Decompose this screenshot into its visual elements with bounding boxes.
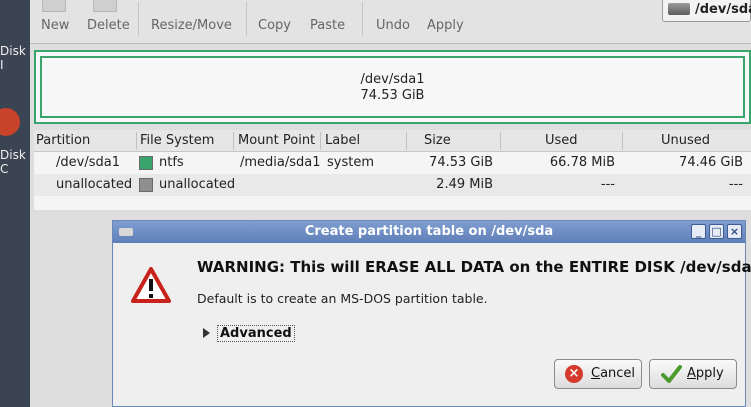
cell-used: 66.78 MiB (549, 155, 615, 170)
cell-partition: /dev/sda1 (56, 155, 120, 170)
cancel-icon: × (565, 365, 583, 383)
maximize-icon: □ (711, 225, 722, 238)
minimize-icon: _ (695, 225, 702, 238)
desktop-background: Disk I Disk C (0, 0, 30, 407)
copy-button[interactable]: Copy (258, 18, 291, 33)
close-icon: × (729, 225, 740, 238)
desktop-icon-label: Disk I (0, 44, 26, 72)
dialog-titlebar[interactable]: Create partition table on /dev/sda _ □ × (113, 221, 745, 243)
warning-description: Default is to create an MS-DOS partition… (197, 291, 488, 306)
cell-mount-point: /media/sda1 (240, 155, 321, 170)
delete-icon (93, 0, 117, 12)
column-separator (406, 132, 407, 150)
column-separator (320, 132, 321, 150)
paste-button[interactable]: Paste (310, 18, 345, 33)
warning-heading: WARNING: This will ERASE ALL DATA on the… (197, 258, 751, 276)
maximize-button[interactable]: □ (709, 224, 724, 239)
partition-map[interactable]: /dev/sda1 74.53 GiB (34, 50, 751, 124)
device-selector[interactable]: /dev/sda (662, 0, 751, 22)
column-header-label[interactable]: Label (325, 133, 360, 148)
partition-block-sda1[interactable]: /dev/sda1 74.53 GiB (40, 56, 745, 118)
new-icon (42, 0, 66, 12)
expander-arrow-icon (203, 328, 210, 338)
close-button[interactable]: × (727, 224, 742, 239)
column-header-unused[interactable]: Unused (661, 133, 710, 148)
cell-label: system (327, 155, 374, 170)
cell-size: 74.53 GiB (429, 155, 493, 170)
cell-used: --- (600, 177, 615, 192)
partition-table-header: Partition File System Mount Point Label … (34, 130, 751, 152)
cell-filesystem: ntfs (159, 155, 184, 170)
undo-button[interactable]: Undo (376, 18, 410, 33)
cell-size: 2.49 MiB (436, 177, 493, 192)
column-header-partition[interactable]: Partition (36, 133, 90, 148)
apply-label: Apply (687, 366, 724, 381)
cell-unused: 74.46 GiB (679, 155, 743, 170)
partition-block-size: 74.53 GiB (360, 88, 425, 103)
device-selector-label: /dev/sda (695, 2, 751, 17)
desktop-icon-label: Disk C (0, 148, 26, 176)
cancel-label: Cancel (591, 366, 636, 381)
filesystem-color-swatch (139, 178, 153, 192)
table-row[interactable]: /dev/sda1 ntfs /media/sda1 system 74.53 … (34, 152, 751, 174)
dialog-title: Create partition table on /dev/sda (304, 224, 554, 239)
column-header-mount-point[interactable]: Mount Point (238, 133, 315, 148)
column-separator (136, 132, 137, 150)
new-button[interactable]: New (41, 18, 69, 33)
cell-filesystem: unallocated (159, 177, 236, 192)
column-separator (622, 132, 623, 150)
column-separator (500, 132, 501, 150)
toolbar-separator (246, 2, 247, 36)
column-header-filesystem[interactable]: File System (140, 133, 214, 148)
toolbar-separator (138, 2, 139, 36)
warning-icon (131, 267, 171, 303)
column-header-used[interactable]: Used (545, 133, 578, 148)
cell-partition: unallocated (56, 177, 133, 192)
create-partition-table-dialog: Create partition table on /dev/sda _ □ ×… (112, 220, 751, 407)
column-separator (233, 132, 234, 150)
resize-move-button[interactable]: Resize/Move (151, 18, 232, 33)
toolbar: New Delete Resize/Move Copy Paste Undo A… (30, 0, 751, 44)
cancel-button[interactable]: × Cancel (554, 359, 642, 389)
column-header-size[interactable]: Size (424, 133, 451, 148)
delete-button[interactable]: Delete (87, 18, 130, 33)
toolbar-separator (362, 2, 363, 36)
filesystem-color-swatch (139, 156, 153, 170)
apply-button[interactable]: Apply (649, 359, 737, 389)
table-row[interactable]: unallocated unallocated 2.49 MiB --- --- (34, 174, 751, 196)
advanced-label: Advanced (217, 325, 295, 342)
harddisk-icon (668, 3, 690, 15)
minimize-button[interactable]: _ (691, 224, 706, 239)
desktop-app-icon (0, 108, 20, 136)
partition-table: Partition File System Mount Point Label … (34, 130, 751, 210)
cell-unused: --- (728, 177, 743, 192)
partition-block-name: /dev/sda1 (360, 72, 425, 87)
checkmark-icon (661, 365, 682, 383)
apply-toolbar-button[interactable]: Apply (427, 18, 464, 33)
